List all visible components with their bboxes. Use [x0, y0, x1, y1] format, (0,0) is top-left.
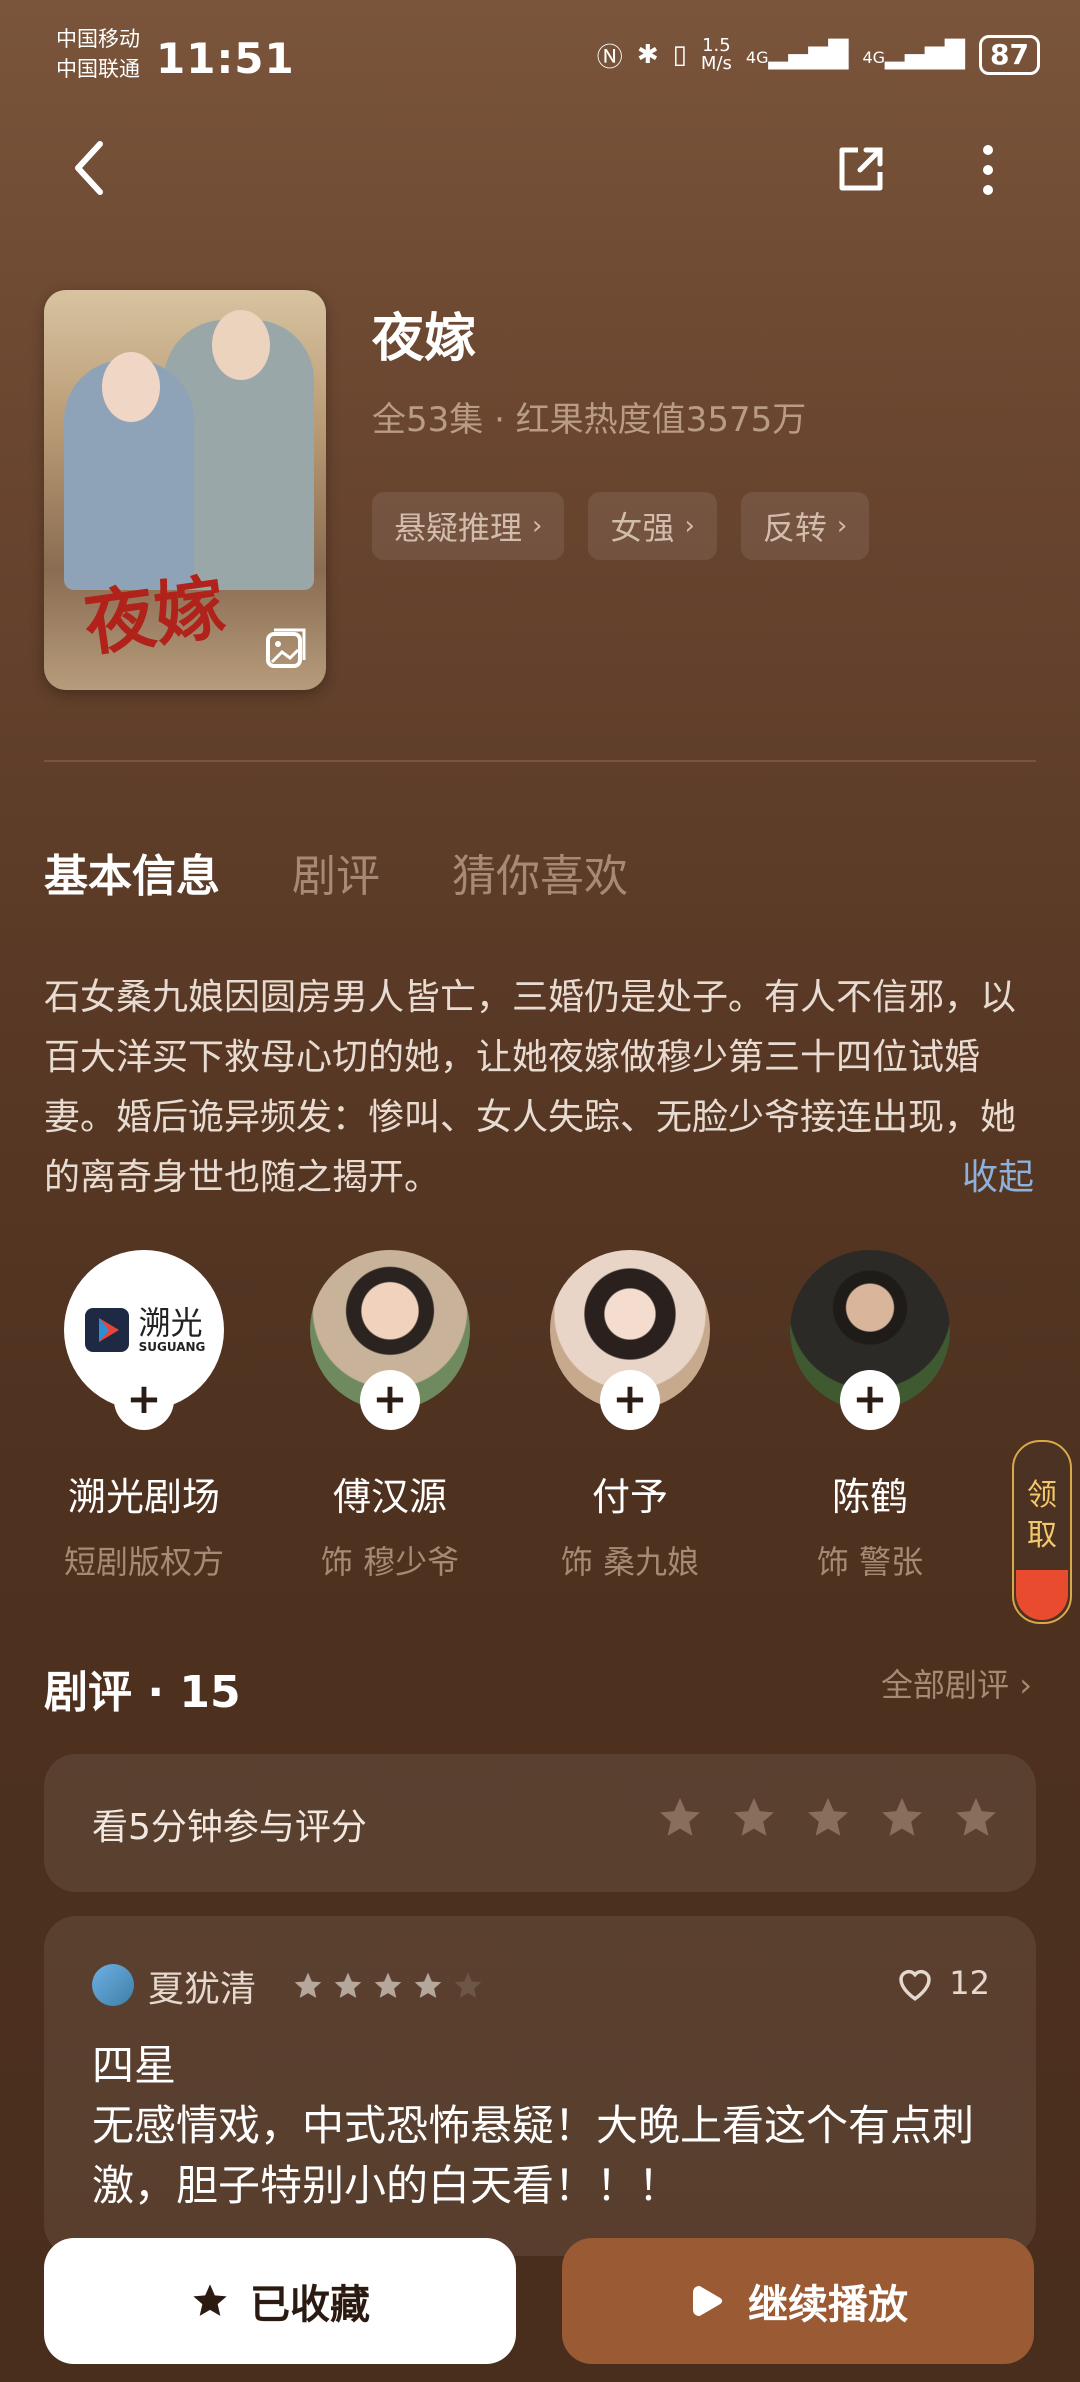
star-icon — [414, 1972, 442, 1998]
tag-label: 女强 — [610, 509, 675, 547]
cast-member[interactable]: + 陈鹤 饰 警张 — [770, 1250, 970, 1583]
star-icon[interactable] — [656, 1794, 704, 1842]
review-stars — [292, 1970, 484, 2002]
star-icon[interactable] — [804, 1794, 852, 1842]
cast-member[interactable]: 溯光 SUGUANG + 溯光剧场 短剧版权方 — [44, 1250, 244, 1583]
follow-plus-icon[interactable]: + — [360, 1370, 420, 1430]
tab-reviews[interactable]: 剧评 — [292, 840, 380, 904]
avatar[interactable]: + — [790, 1250, 950, 1430]
cast-name: 付予 — [591, 1475, 668, 1519]
review-card[interactable]: 夏犹清 12 四星 无感情戏，中式恐怖悬疑！大晚上看这个有点刺激，胆子特别小的白… — [44, 1916, 1036, 2256]
more-icon[interactable] — [970, 140, 1006, 200]
divider — [44, 760, 1036, 762]
star-icon — [334, 1972, 362, 1998]
signal-1-icon: 4G▂▄▆█ — [745, 40, 849, 70]
reviews-title: 剧评 · 15 — [44, 1667, 241, 1718]
heart-icon[interactable] — [894, 1962, 936, 2004]
back-icon[interactable] — [60, 138, 120, 198]
carrier-info: 中国移动 中国联通 — [56, 24, 140, 84]
review-headline: 四星 — [92, 2041, 177, 2090]
clock: 11:51 — [156, 34, 295, 83]
net-type-2: 4G — [862, 48, 886, 67]
drama-meta: 全53集 · 红果热度值3575万 — [372, 400, 807, 440]
claim-reward-button[interactable]: 领 取 — [1012, 1440, 1072, 1624]
star-filled-icon — [193, 2284, 227, 2316]
play-icon — [693, 2286, 723, 2316]
like-count: 12 — [949, 1964, 990, 2002]
drama-poster[interactable]: 夜嫁 — [44, 290, 326, 690]
tag-label: 反转 — [762, 509, 827, 547]
tag-label: 悬疑推理 — [394, 509, 523, 547]
tab-bar: 基本信息 剧评 猜你喜欢 — [44, 840, 628, 904]
collapse-link[interactable]: 收起 — [962, 1148, 1034, 1200]
cast-member[interactable]: + 付予 饰 桑九娘 — [530, 1250, 730, 1583]
speed-unit: M/s — [700, 53, 732, 74]
rating-card: 看5分钟参与评分 — [44, 1754, 1036, 1892]
tag-chip[interactable]: 反转 › — [740, 492, 870, 560]
follow-plus-icon[interactable]: + — [600, 1370, 660, 1430]
favorite-button[interactable]: 已收藏 — [44, 2238, 516, 2364]
avatar[interactable]: + — [550, 1250, 710, 1430]
tag-chip[interactable]: 女强 › — [588, 492, 717, 560]
gallery-icon[interactable] — [264, 626, 308, 670]
claim-text-1: 领 — [1027, 1478, 1057, 1513]
synopsis-text: 石女桑九娘因圆房男人皆亡，三婚仍是处子。有人不信邪，以百大洋买下救母心切的她，让… — [44, 977, 1017, 1198]
claim-text-2: 取 — [1027, 1518, 1057, 1553]
net-speed: 1.5 M/s — [701, 37, 732, 73]
net-type-1: 4G — [745, 48, 769, 67]
status-icons: Ⓝ ✱ ▯ 1.5 M/s 4G▂▄▆█ 4G▂▄▆█ 87 — [597, 30, 1040, 80]
star-icon — [374, 1972, 402, 1998]
logo-text-cn: 溯光 — [138, 1304, 203, 1342]
carrier-1: 中国移动 — [56, 27, 140, 51]
rating-prompt: 看5分钟参与评分 — [92, 1807, 367, 1848]
tab-recommend[interactable]: 猜你喜欢 — [452, 840, 628, 904]
carrier-2: 中国联通 — [56, 57, 140, 81]
chevron-right-icon: › — [836, 511, 848, 541]
tab-basic-info[interactable]: 基本信息 — [44, 840, 220, 904]
bluetooth-icon: ✱ — [636, 40, 659, 70]
tag-chip[interactable]: 悬疑推理 › — [372, 492, 565, 560]
cast-role: 饰 穆少爷 — [320, 1543, 460, 1581]
avatar[interactable]: + — [310, 1250, 470, 1430]
cast-member[interactable]: + 傅汉源 饰 穆少爷 — [290, 1250, 490, 1583]
red-envelope-icon — [1016, 1570, 1068, 1620]
poster-title: 夜嫁 — [79, 564, 230, 667]
cast-role: 短剧版权方 — [63, 1543, 224, 1581]
reviewer-name[interactable]: 夏犹清 — [148, 1960, 256, 2012]
reviewer-avatar[interactable] — [92, 1964, 134, 2006]
rating-stars[interactable] — [656, 1794, 1000, 1842]
cast-name: 傅汉源 — [332, 1475, 447, 1519]
tag-list: 悬疑推理 › 女强 › 反转 › — [372, 492, 870, 560]
cast-name: 溯光剧场 — [67, 1475, 220, 1519]
review-text: 四星 无感情戏，中式恐怖悬疑！大晚上看这个有点刺激，胆子特别小的白天看！！！ — [92, 2036, 1012, 2216]
share-icon[interactable] — [834, 142, 888, 196]
star-icon — [294, 1972, 322, 1998]
review-body: 无感情戏，中式恐怖悬疑！大晚上看这个有点刺激，胆子特别小的白天看！！！ — [92, 2101, 975, 2210]
favorite-label: 已收藏 — [250, 2282, 370, 2328]
suguang-logo-icon — [84, 1308, 129, 1352]
continue-play-button[interactable]: 继续播放 — [562, 2238, 1034, 2364]
cast-list: 溯光 SUGUANG + 溯光剧场 短剧版权方 + 傅汉源 饰 穆少爷 + 付予… — [44, 1250, 1036, 1581]
drama-title: 夜嫁 — [372, 309, 477, 369]
follow-plus-icon[interactable]: + — [840, 1370, 900, 1430]
logo-text-en: SUGUANG — [138, 1340, 206, 1354]
nfc-icon: Ⓝ — [596, 42, 623, 73]
follow-plus-icon[interactable]: + — [114, 1370, 174, 1430]
cast-role: 饰 桑九娘 — [560, 1543, 700, 1581]
battery-indicator: 87 — [979, 35, 1040, 75]
chevron-right-icon: › — [684, 511, 695, 541]
star-icon[interactable] — [952, 1794, 1000, 1842]
cast-name: 陈鹤 — [831, 1475, 908, 1519]
vibrate-icon: ▯ — [672, 40, 687, 70]
avatar[interactable]: 溯光 SUGUANG + — [64, 1250, 224, 1430]
star-empty-icon — [454, 1972, 482, 1998]
star-icon[interactable] — [730, 1794, 778, 1842]
play-label: 继续播放 — [748, 2282, 908, 2328]
all-reviews-link[interactable]: 全部剧评 › — [881, 1660, 1032, 1706]
star-icon[interactable] — [878, 1794, 926, 1842]
signal-2-icon: 4G▂▄▆█ — [862, 40, 966, 70]
chevron-right-icon: › — [532, 511, 543, 541]
cast-role: 饰 警张 — [816, 1543, 924, 1581]
status-bar: 中国移动 中国联通 11:51 Ⓝ ✱ ▯ 1.5 M/s 4G▂▄▆█ 4G▂… — [0, 0, 1080, 120]
